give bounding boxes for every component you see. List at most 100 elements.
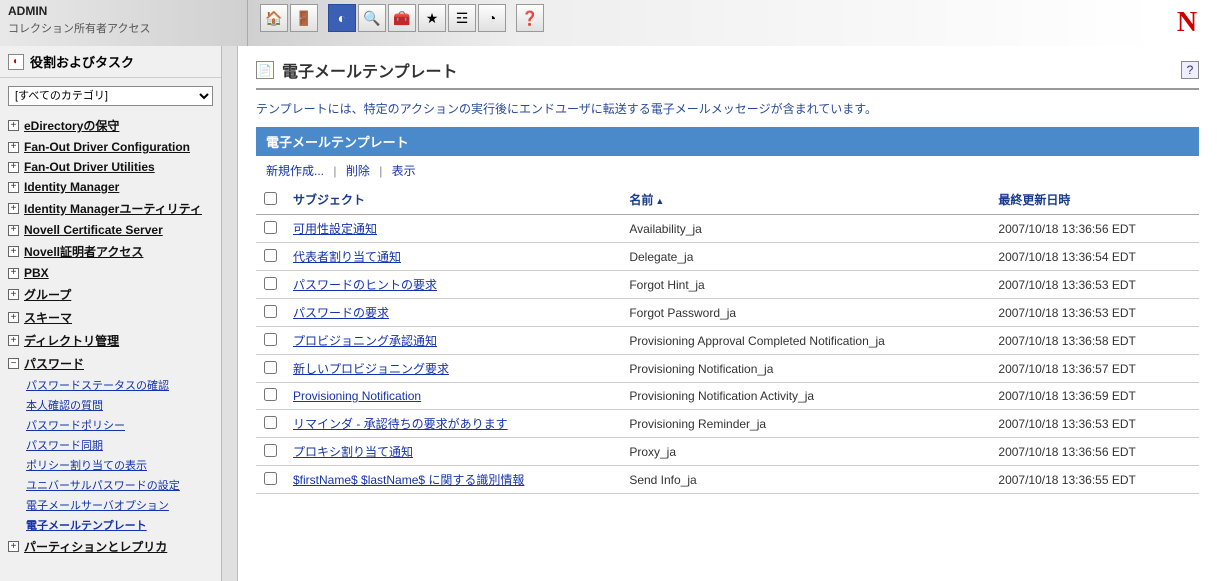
name-cell: Provisioning Notification_ja <box>621 355 990 383</box>
exit-icon[interactable]: 🚪 <box>290 4 318 32</box>
expand-icon[interactable]: + <box>8 289 19 300</box>
misc-icon[interactable]: ◔ <box>478 4 506 32</box>
expand-icon[interactable]: + <box>8 246 19 257</box>
sub-link[interactable]: パスワードステータスの確認 <box>26 380 169 392</box>
table-row: 代表者割り当て通知Delegate_ja2007/10/18 13:36:54 … <box>256 243 1199 271</box>
date-cell: 2007/10/18 13:36:56 EDT <box>990 215 1199 243</box>
row-checkbox[interactable] <box>264 221 277 234</box>
row-checkbox[interactable] <box>264 361 277 374</box>
row-checkbox[interactable] <box>264 333 277 346</box>
expand-icon[interactable]: + <box>8 203 19 214</box>
sidebar-scrollbar[interactable] <box>222 46 238 581</box>
nav-link[interactable]: パーティションとレプリカ <box>24 538 167 555</box>
help-toolbar-icon[interactable]: ❓ <box>516 4 544 32</box>
sub-link[interactable]: 本人確認の質問 <box>26 400 103 412</box>
nav-link[interactable]: パスワード <box>24 355 84 372</box>
subject-link[interactable]: プロビジョニング承認通知 <box>293 334 437 348</box>
row-checkbox[interactable] <box>264 305 277 318</box>
table-row: パスワードの要求 Forgot Password_ja2007/10/18 13:… <box>256 299 1199 327</box>
collapse-icon[interactable]: − <box>8 358 19 369</box>
name-cell: Proxy_ja <box>621 438 990 466</box>
help-icon[interactable]: ? <box>1181 61 1199 79</box>
nav-item: + Identity Manager <box>0 177 221 197</box>
subject-link[interactable]: $firstName$ $lastName$ に関する識別情報 <box>293 473 524 487</box>
sort-indicator-icon: ▲ <box>655 196 664 206</box>
nav-link[interactable]: ディレクトリ管理 <box>24 332 119 349</box>
subject-link[interactable]: パスワードのヒントの要求 <box>293 278 437 292</box>
nav-item: + ディレクトリ管理 <box>0 329 221 352</box>
nav-item: + グループ <box>0 283 221 306</box>
sub-link[interactable]: 電子メールテンプレート <box>26 520 147 532</box>
col-date[interactable]: 最終更新日時 <box>990 185 1199 215</box>
subject-link[interactable]: 代表者割り当て通知 <box>293 250 401 264</box>
new-action[interactable]: 新規作成... <box>266 164 324 178</box>
favorites-icon[interactable]: ★ <box>418 4 446 32</box>
sub-item: パスワードステータスの確認 <box>0 375 221 395</box>
header-left: ADMIN コレクション所有者アクセス <box>0 0 248 46</box>
page-title-row: 📄 電子メールテンプレート ? <box>256 58 1199 90</box>
row-checkbox[interactable] <box>264 249 277 262</box>
logo-area: N <box>1157 0 1217 46</box>
expand-icon[interactable]: + <box>8 335 19 346</box>
col-name[interactable]: 名前▲ <box>621 185 990 215</box>
sub-link[interactable]: パスワード同期 <box>26 440 103 452</box>
show-action[interactable]: 表示 <box>392 164 416 178</box>
table-row: 新しいプロビジョニング要求 Provisioning Notification_j… <box>256 355 1199 383</box>
nav-link[interactable]: PBX <box>24 266 49 280</box>
subject-link[interactable]: Provisioning Notification <box>293 389 421 403</box>
header-toolbar-area: 🏠 🚪 ◐ 🔍 🧰 ★ ☲ ◔ ❓ <box>248 0 1157 46</box>
row-checkbox[interactable] <box>264 388 277 401</box>
select-all-checkbox[interactable] <box>264 192 277 205</box>
sub-link[interactable]: 電子メールサーバオプション <box>26 500 169 512</box>
role-tasks-icon[interactable]: ◐ <box>328 4 356 32</box>
date-cell: 2007/10/18 13:36:54 EDT <box>990 243 1199 271</box>
expand-icon[interactable]: + <box>8 312 19 323</box>
row-checkbox[interactable] <box>264 444 277 457</box>
subject-link[interactable]: リマインダ - 承認待ちの要求があります <box>293 417 508 431</box>
expand-icon[interactable]: + <box>8 225 19 236</box>
toolbox-icon[interactable]: 🧰 <box>388 4 416 32</box>
nav-item: −パスワード <box>0 352 221 375</box>
subject-link[interactable]: パスワードの要求 <box>293 306 389 320</box>
sub-link[interactable]: ポリシー割り当ての表示 <box>26 460 147 472</box>
nav-item: + スキーマ <box>0 306 221 329</box>
name-cell: Availability_ja <box>621 215 990 243</box>
list-icon[interactable]: ☲ <box>448 4 476 32</box>
expand-icon[interactable]: + <box>8 268 19 279</box>
table-row: パスワードのヒントの要求Forgot Hint_ja2007/10/18 13:… <box>256 271 1199 299</box>
subject-link[interactable]: 新しいプロビジョニング要求 <box>293 362 449 376</box>
category-select[interactable]: [すべてのカテゴリ] <box>8 86 213 106</box>
expand-icon[interactable]: + <box>8 142 19 153</box>
nav-link[interactable]: Fan-Out Driver Configuration <box>24 140 190 154</box>
nav-link[interactable]: Novell証明者アクセス <box>24 243 143 260</box>
search-icon[interactable]: 🔍 <box>358 4 386 32</box>
subject-link[interactable]: プロキシ割り当て通知 <box>293 445 413 459</box>
nav-item: + パーティションとレプリカ <box>0 535 221 558</box>
nav-link[interactable]: Fan-Out Driver Utilities <box>24 160 155 174</box>
row-checkbox[interactable] <box>264 416 277 429</box>
sub-link[interactable]: ユニバーサルパスワードの設定 <box>26 480 180 492</box>
home-icon[interactable]: 🏠 <box>260 4 288 32</box>
expand-icon[interactable]: + <box>8 541 19 552</box>
col-subject[interactable]: サブジェクト <box>285 185 621 215</box>
sub-item: 本人確認の質問 <box>0 395 221 415</box>
expand-icon[interactable]: + <box>8 182 19 193</box>
table-row: 可用性設定通知 Availability_ja2007/10/18 13:36:5… <box>256 215 1199 243</box>
nav-link[interactable]: Identity Manager <box>24 180 119 194</box>
nav-link[interactable]: Identity Managerユーティリティ <box>24 200 202 217</box>
delete-action[interactable]: 削除 <box>346 164 370 178</box>
nav-link[interactable]: スキーマ <box>24 309 72 326</box>
header-subtitle: コレクション所有者アクセス <box>8 20 239 36</box>
row-checkbox[interactable] <box>264 472 277 485</box>
nav-link[interactable]: Novell Certificate Server <box>24 223 163 237</box>
nav-link[interactable]: eDirectoryの保守 <box>24 117 119 134</box>
expand-icon[interactable]: + <box>8 162 19 173</box>
sub-item: 電子メールテンプレート <box>0 515 221 535</box>
expand-icon[interactable]: + <box>8 120 19 131</box>
name-cell: Forgot Password_ja <box>621 299 990 327</box>
sub-link[interactable]: パスワードポリシー <box>26 420 125 432</box>
row-checkbox[interactable] <box>264 277 277 290</box>
nav-link[interactable]: グループ <box>24 286 71 303</box>
date-cell: 2007/10/18 13:36:53 EDT <box>990 299 1199 327</box>
subject-link[interactable]: 可用性設定通知 <box>293 222 377 236</box>
